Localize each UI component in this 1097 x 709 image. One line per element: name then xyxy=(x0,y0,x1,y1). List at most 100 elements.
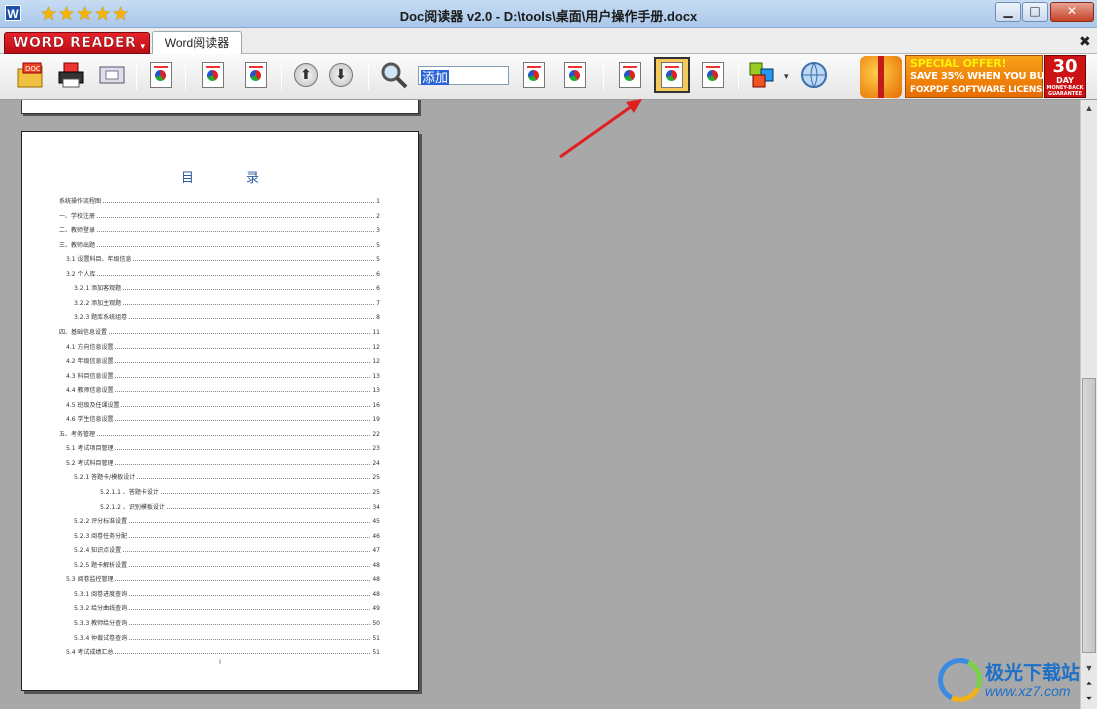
actual-size-button[interactable] xyxy=(697,59,729,91)
toc-entry-label: 4.1 方向信息设置 xyxy=(66,343,114,351)
toc-entry[interactable]: 3.1 设置科目、年级信息 5 xyxy=(66,254,380,264)
scroll-thumb[interactable] xyxy=(1082,378,1096,653)
two-page-button[interactable] xyxy=(197,59,229,91)
toc-entry[interactable]: 二、教师登录 3 xyxy=(59,225,380,235)
money-back-badge: 30 DAY MONEY-BACK GUARANTEE xyxy=(1044,55,1086,98)
special-offer-banner[interactable]: SPECIAL OFFER! SAVE 35% WHEN YOU BUY FOX… xyxy=(860,54,1088,99)
toc-entry-label: 系统操作流程图 xyxy=(59,198,102,205)
toc-leader-dots xyxy=(115,415,371,422)
toc-entry[interactable]: 5.2.5 题卡解析设置 48 xyxy=(74,560,380,570)
toc-entry[interactable]: 5.1 考试项目管理 23 xyxy=(66,443,380,453)
search-button[interactable] xyxy=(378,59,410,91)
fit-width-icon xyxy=(619,62,641,88)
toc-entry-label: 4.6 学生信息设置 xyxy=(66,416,114,424)
toc-entry-label: 4.3 科目信息设置 xyxy=(66,372,114,380)
offer-savings: SAVE 35% WHEN YOU BUY xyxy=(910,71,1052,82)
word-reader-menu-button[interactable]: WORD READER ▾ xyxy=(4,32,150,54)
toc-entry[interactable]: 三、教师出题 5 xyxy=(59,240,380,250)
toc-leader-dots xyxy=(97,241,375,247)
toc-entry[interactable]: 4.2 年级信息设置 12 xyxy=(66,356,380,366)
vertical-scrollbar[interactable]: ▲ ▼ ⏶ ⏷ xyxy=(1080,100,1097,709)
screen-icon xyxy=(99,66,125,84)
guarantee-day-label: DAY xyxy=(1056,76,1074,85)
toc-entry[interactable]: 5.4 考试成绩汇总 51 xyxy=(66,647,380,657)
document-view[interactable]: 目录 系统操作流程图 1 一、学校注册 2 二、教师登录 3 三、教师出题 5 3.1 设置科目… xyxy=(0,100,1080,709)
export-button[interactable] xyxy=(240,59,272,91)
close-tab-icon[interactable]: ✖ xyxy=(1079,34,1091,50)
toc-entry-page: 48 xyxy=(372,561,380,569)
toc-leader-dots xyxy=(121,401,371,407)
spell-check-button[interactable] xyxy=(746,59,778,91)
page-down-button[interactable]: ⬇ xyxy=(325,59,357,91)
fit-page-button[interactable] xyxy=(654,57,690,93)
toc-entry-label: 一、学校注册 xyxy=(59,212,96,220)
toc-entry[interactable]: 3.2.2 添加主观题 7 xyxy=(74,298,380,308)
search-input[interactable]: 添加 xyxy=(418,66,509,85)
search-text: 添加 xyxy=(421,70,450,85)
toc-entry[interactable]: 一、学校注册 2 xyxy=(59,211,380,221)
toc-entry-label: 5.3 阅卷监控管理 xyxy=(66,576,114,584)
single-page-button[interactable] xyxy=(145,59,177,91)
toc-entry[interactable]: 四、基础信息设置 11 xyxy=(59,327,380,337)
toc-entry[interactable]: 5.2.1 答题卡/模板设计 25 xyxy=(74,472,380,482)
toc-leader-dots xyxy=(123,299,375,305)
toolbar-separator xyxy=(738,62,739,90)
toc-entry[interactable]: 5.2.1.2 、识别模板设计 34 xyxy=(100,502,380,512)
toc-leader-dots xyxy=(109,328,371,334)
toc-entry[interactable]: 5.3.3 教师给分查询 50 xyxy=(74,618,380,628)
toc-entry-page: 34 xyxy=(372,503,380,511)
close-window-button[interactable]: ✕ xyxy=(1050,2,1094,22)
scroll-up-icon[interactable]: ▲ xyxy=(1081,100,1097,117)
toc-entry-label: 5.2.1 答题卡/模板设计 xyxy=(74,474,136,482)
toc-entry[interactable]: 3.2 个人库 6 xyxy=(66,269,380,279)
toc-entry[interactable]: 4.3 科目信息设置 13 xyxy=(66,371,380,381)
toc-entry-label: 二、教师登录 xyxy=(59,227,96,235)
guarantee-label: MONEY-BACK GUARANTEE xyxy=(1046,85,1084,97)
chevron-down-icon: ▾ xyxy=(140,41,145,51)
find-next-button[interactable] xyxy=(559,59,591,91)
page-up-button[interactable]: ⬆ xyxy=(290,59,322,91)
toc-entry[interactable]: 5.3.1 阅卷进度查询 48 xyxy=(74,589,380,599)
print-button[interactable] xyxy=(55,59,87,91)
search-icon xyxy=(381,62,408,89)
toc-entry[interactable]: 5.2.4 知识点设置 47 xyxy=(74,545,380,555)
toc-entry[interactable]: 4.4 教师信息设置 13 xyxy=(66,385,380,395)
toc-entry[interactable]: 4.1 方向信息设置 12 xyxy=(66,342,380,352)
toc-entry[interactable]: 5.3.2 给分曲线查询 49 xyxy=(74,603,380,613)
spell-check-dropdown-icon[interactable]: ▾ xyxy=(784,71,789,82)
screen-button[interactable] xyxy=(96,59,128,91)
toc-entry[interactable]: 五、考务管理 22 xyxy=(59,429,380,439)
toc-leader-dots xyxy=(133,255,375,262)
toc-entry[interactable]: 系统操作流程图 1 xyxy=(59,196,380,206)
toc-leader-dots xyxy=(115,372,371,378)
toc-leader-dots xyxy=(115,459,371,465)
toolbar-separator xyxy=(136,62,137,90)
toc-entry[interactable]: 5.2.1.1 、答题卡设计 25 xyxy=(100,487,380,497)
toc-entry[interactable]: 3.2.3 题库系统组卷 8 xyxy=(74,312,380,322)
toc-entry-page: 24 xyxy=(372,459,380,467)
open-doc-button[interactable]: DOC xyxy=(15,59,47,91)
tab-word-reader[interactable]: Word阅读器 xyxy=(152,31,242,55)
toc-entry[interactable]: 5.2 考试科目管理 24 xyxy=(66,458,380,468)
toc-entry-page: 51 xyxy=(372,634,380,642)
toc-entry[interactable]: 3.2.1 添加客观题 6 xyxy=(74,283,380,293)
toc-entry[interactable]: 4.5 班级及任课设置 16 xyxy=(66,400,380,410)
toolbar-separator xyxy=(185,62,186,90)
fit-width-button[interactable] xyxy=(614,59,646,91)
toc-entry-page: 5 xyxy=(376,256,380,264)
toc-leader-dots xyxy=(160,488,371,494)
title-bar: W ★★★★★ Doc阅读器 v2.0 - D:\tools\桌面\用户操作手册… xyxy=(0,0,1097,28)
toc-entry[interactable]: 5.3.4 仲裁试卷查询 51 xyxy=(74,633,380,643)
minimize-button[interactable]: ▁ xyxy=(995,2,1021,22)
watermark-url: www.xz7.com xyxy=(985,683,1071,699)
toc-entry-label: 5.4 考试成绩汇总 xyxy=(66,649,114,657)
toc-entry[interactable]: 5.3 阅卷监控管理 48 xyxy=(66,574,380,584)
watermark-brand: 极光下载站 xyxy=(985,662,1081,684)
toc-entry[interactable]: 4.6 学生信息设置 19 xyxy=(66,414,380,424)
export-icon xyxy=(245,62,267,88)
toc-entry[interactable]: 5.2.2 评分标准设置 45 xyxy=(74,516,380,526)
maximize-button[interactable]: □ xyxy=(1022,2,1048,22)
find-prev-button[interactable] xyxy=(518,59,550,91)
web-button[interactable] xyxy=(798,59,830,91)
toc-entry[interactable]: 5.2.3 阅卷任务分配 46 xyxy=(74,531,380,541)
